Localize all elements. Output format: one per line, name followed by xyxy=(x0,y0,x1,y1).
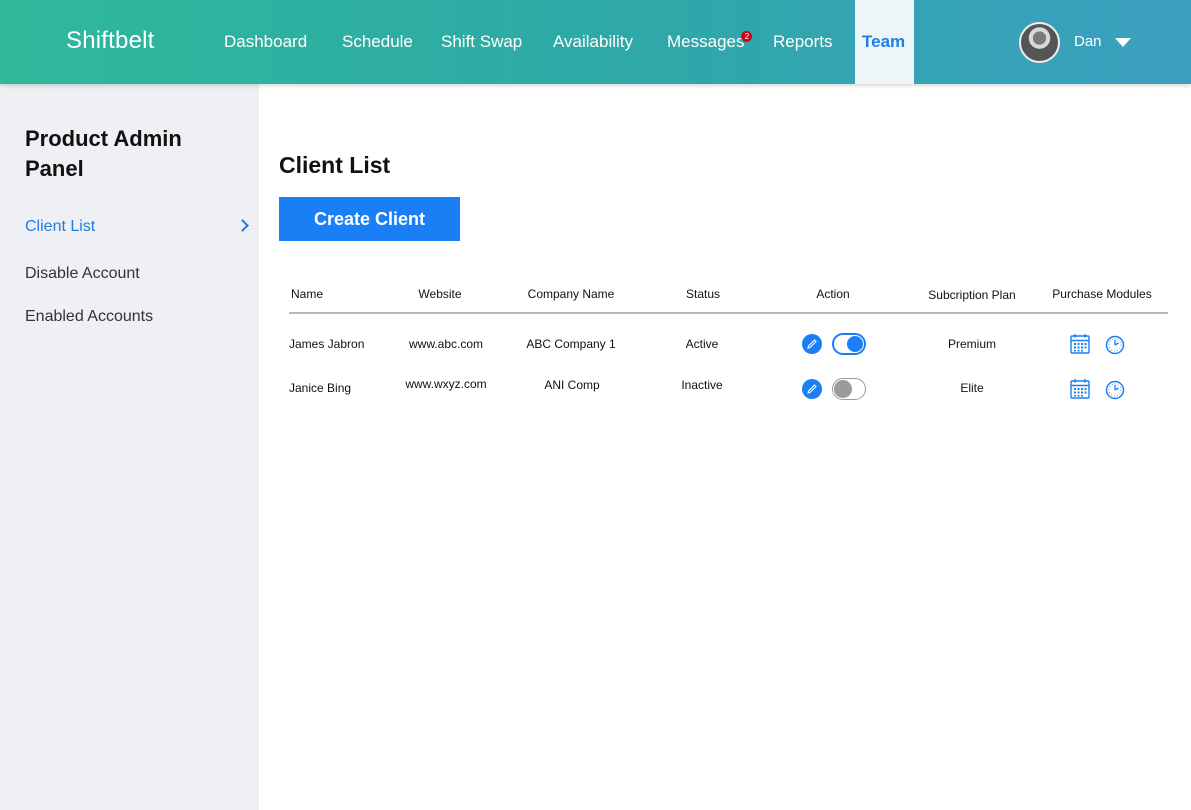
calendar-icon[interactable] xyxy=(1069,333,1091,355)
account-enabled-toggle[interactable] xyxy=(832,378,866,400)
messages-count-badge: 2 xyxy=(741,31,753,42)
brand-logo[interactable]: Shiftbelt xyxy=(66,27,155,55)
nav-messages-label: Messages xyxy=(667,32,745,51)
pencil-icon xyxy=(807,384,817,394)
column-header-status: Status xyxy=(685,287,721,301)
cell-plan: Premium xyxy=(947,337,997,351)
chevron-right-icon xyxy=(236,219,249,232)
column-header-action: Action xyxy=(816,287,850,301)
table-header-divider xyxy=(289,312,1168,314)
cell-website: www.wxyz.com xyxy=(405,377,487,391)
cell-status: Active xyxy=(685,337,719,351)
column-header-plan: Subcription Plan xyxy=(928,288,1016,302)
cell-name: James Jabron xyxy=(289,337,365,351)
clock-icon[interactable] xyxy=(1104,379,1126,401)
sidebar-item-client-list[interactable]: Client List xyxy=(25,218,95,236)
cell-company: ANI Comp xyxy=(544,378,600,392)
nav-messages[interactable]: Messages 2 xyxy=(667,0,753,84)
nav-schedule[interactable]: Schedule xyxy=(342,0,413,84)
cell-website: www.abc.com xyxy=(408,337,484,351)
nav-shift-swap[interactable]: Shift Swap xyxy=(441,0,522,84)
clock-icon[interactable] xyxy=(1104,334,1126,356)
cell-status: Inactive xyxy=(681,378,723,392)
account-enabled-toggle[interactable] xyxy=(832,333,866,355)
nav-dashboard[interactable]: Dashboard xyxy=(224,0,307,84)
cell-name: Janice Bing xyxy=(289,381,352,395)
user-name[interactable]: Dan xyxy=(1074,33,1102,50)
page-title: Client List xyxy=(279,152,391,178)
calendar-icon[interactable] xyxy=(1069,378,1091,400)
nav-reports[interactable]: Reports xyxy=(773,0,833,84)
nav-team[interactable]: Team xyxy=(855,0,914,84)
cell-company: ABC Company 1 xyxy=(526,337,616,351)
sidebar-item-enabled-accounts[interactable]: Enabled Accounts xyxy=(25,308,153,326)
create-client-button[interactable]: Create Client xyxy=(279,197,460,241)
column-header-website: Website xyxy=(418,287,462,301)
edit-client-button[interactable] xyxy=(802,334,822,354)
column-header-name: Name xyxy=(291,287,324,301)
column-header-modules: Purchase Modules xyxy=(1052,287,1152,301)
user-avatar[interactable] xyxy=(1019,22,1060,63)
sidebar-item-disable-account[interactable]: Disable Account xyxy=(25,265,140,283)
pencil-icon xyxy=(807,339,817,349)
user-menu-dropdown-icon[interactable] xyxy=(1115,38,1131,47)
cell-plan: Elite xyxy=(960,381,984,395)
sidebar-title: Product Admin Panel xyxy=(25,126,182,181)
nav-availability[interactable]: Availability xyxy=(553,0,633,84)
edit-client-button[interactable] xyxy=(802,379,822,399)
top-navigation-bar: Shiftbelt Dashboard Schedule Shift Swap … xyxy=(0,0,1191,84)
column-header-company: Company Name xyxy=(527,287,615,301)
sidebar: Product Admin Panel Client List Disable … xyxy=(0,84,259,810)
